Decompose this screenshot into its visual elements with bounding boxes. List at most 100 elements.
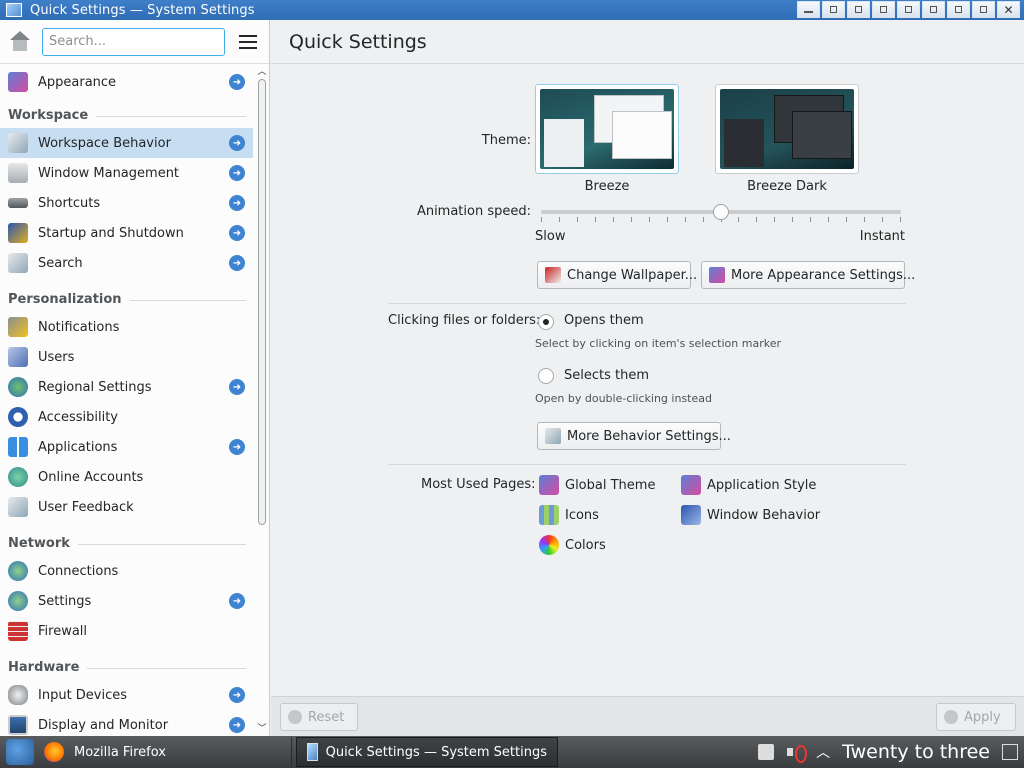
window-option-button-3[interactable] xyxy=(872,1,895,18)
chevron-right-icon: ➜ xyxy=(229,225,245,241)
apply-button[interactable]: Apply xyxy=(936,703,1016,731)
behavior-settings-icon xyxy=(545,428,561,444)
window-option-button-6[interactable] xyxy=(947,1,970,18)
animation-speed-label: Animation speed: xyxy=(416,204,531,219)
main-content: Quick Settings Theme: Breeze Breeze Dark… xyxy=(271,20,1024,736)
sidebar-item-workspace-behavior[interactable]: Workspace Behavior ➜ xyxy=(0,128,253,158)
more-appearance-settings-button[interactable]: More Appearance Settings... xyxy=(701,261,915,289)
slider-tick xyxy=(900,217,901,222)
sidebar-item-notifications[interactable]: Notifications xyxy=(0,312,253,342)
system-tray: ︿ Twenty to three xyxy=(758,736,1018,768)
home-icon[interactable] xyxy=(8,30,32,53)
most-used-global-theme[interactable]: Global Theme xyxy=(539,475,655,495)
close-icon: ✕ xyxy=(1003,2,1014,17)
sidebar-item-label: Notifications xyxy=(38,319,120,335)
window-option-button-1[interactable] xyxy=(822,1,845,18)
window-option-icon-1 xyxy=(830,6,837,13)
icons-label: Icons xyxy=(565,507,599,523)
title-bar[interactable]: Quick Settings — System Settings ✕ xyxy=(0,0,1024,20)
minimize-button[interactable] xyxy=(797,1,820,18)
animation-speed-handle[interactable] xyxy=(713,204,729,220)
window-option-icon-5 xyxy=(930,6,937,13)
sidebar-item-applications[interactable]: Applications ➜ xyxy=(0,432,253,462)
sidebar-item-shortcuts[interactable]: Shortcuts ➜ xyxy=(0,188,253,218)
sidebar-item-label: Input Devices xyxy=(38,687,128,703)
online-accounts-icon xyxy=(8,467,28,487)
most-used-application-style[interactable]: Application Style xyxy=(681,475,816,495)
most-used-icons[interactable]: Icons xyxy=(539,505,599,525)
close-button[interactable]: ✕ xyxy=(997,1,1020,18)
scroll-up-icon[interactable]: ︿ xyxy=(256,67,268,77)
more-appearance-label: More Appearance Settings... xyxy=(731,267,916,283)
sidebar-item-search[interactable]: Search ➜ xyxy=(0,248,253,278)
reset-label: Reset xyxy=(308,709,345,725)
window-option-button-4[interactable] xyxy=(897,1,920,18)
show-desktop-icon[interactable] xyxy=(1002,744,1018,760)
application-launcher-icon[interactable] xyxy=(6,739,34,765)
tray-expand-icon[interactable]: ︿ xyxy=(816,742,830,762)
window-option-button-5[interactable] xyxy=(922,1,945,18)
sidebar-item-label: User Feedback xyxy=(38,499,134,515)
most-used-colors[interactable]: Colors xyxy=(539,535,606,555)
theme-name-breeze-dark: Breeze Dark xyxy=(747,179,827,194)
chevron-right-icon: ➜ xyxy=(229,439,245,455)
section-header-personalization: Personalization xyxy=(8,289,246,309)
clock[interactable]: Twenty to three xyxy=(842,741,990,763)
sidebar-item-label: Appearance xyxy=(38,74,117,90)
reset-button[interactable]: Reset xyxy=(280,703,358,731)
task-firefox[interactable]: Mozilla Firefox xyxy=(34,737,292,767)
keyboard-icon xyxy=(8,198,28,208)
slider-tick xyxy=(864,217,865,222)
window-option-icon-3 xyxy=(880,6,887,13)
maximize-button[interactable] xyxy=(972,1,995,18)
monitor-icon xyxy=(8,715,28,735)
sidebar-item-input-devices[interactable]: Input Devices ➜ xyxy=(0,680,253,710)
slider-tick xyxy=(756,217,757,222)
sidebar-item-appearance[interactable]: Appearance ➜ xyxy=(0,67,253,97)
more-behavior-settings-button[interactable]: More Behavior Settings... xyxy=(537,422,731,450)
sidebar-item-user-feedback[interactable]: User Feedback xyxy=(0,492,253,522)
hamburger-menu-icon[interactable] xyxy=(239,34,257,49)
window-option-button-2[interactable] xyxy=(847,1,870,18)
most-used-window-behavior[interactable]: Window Behavior xyxy=(681,505,820,525)
change-wallpaper-button[interactable]: Change Wallpaper... xyxy=(537,261,697,289)
task-system-settings[interactable]: Quick Settings — System Settings xyxy=(296,737,558,767)
sidebar-item-accessibility[interactable]: Accessibility xyxy=(0,402,253,432)
sidebar-item-connections[interactable]: Connections xyxy=(0,556,253,586)
chevron-right-icon: ➜ xyxy=(229,74,245,90)
chevron-right-icon: ➜ xyxy=(229,255,245,271)
accessibility-icon xyxy=(8,407,28,427)
sidebar-item-regional-settings[interactable]: Regional Settings ➜ xyxy=(0,372,253,402)
slider-tick xyxy=(631,217,632,222)
sidebar-item-online-accounts[interactable]: Online Accounts xyxy=(0,462,253,492)
search-input[interactable] xyxy=(42,27,225,56)
scroll-down-icon[interactable]: ﹀ xyxy=(256,724,268,734)
scrollbar-thumb[interactable] xyxy=(258,79,266,525)
clipboard-icon[interactable] xyxy=(758,744,775,760)
window-option-icon-6 xyxy=(955,6,962,13)
globe-icon xyxy=(8,377,28,397)
section-header-network: Network xyxy=(8,533,246,553)
sidebar-scrollbar[interactable]: ︿ ﹀ xyxy=(256,65,268,736)
volume-muted-icon[interactable] xyxy=(786,744,808,763)
opens-them-radio[interactable] xyxy=(538,314,554,330)
notifications-icon xyxy=(8,317,28,337)
apply-label: Apply xyxy=(964,709,1001,725)
sidebar-item-startup-shutdown[interactable]: Startup and Shutdown ➜ xyxy=(0,218,253,248)
section-title: Network xyxy=(8,535,70,551)
section-header-workspace: Workspace xyxy=(8,105,246,125)
sidebar-item-firewall[interactable]: Firewall xyxy=(0,616,253,646)
change-wallpaper-label: Change Wallpaper... xyxy=(567,267,698,283)
sidebar-item-network-settings[interactable]: Settings ➜ xyxy=(0,586,253,616)
colors-icon xyxy=(539,535,559,555)
selects-them-hint: Open by double-clicking instead xyxy=(535,392,712,405)
section-title: Hardware xyxy=(8,659,80,675)
theme-card-breeze[interactable] xyxy=(535,84,679,174)
applications-icon xyxy=(8,437,28,457)
sidebar-item-display-monitor[interactable]: Display and Monitor ➜ xyxy=(0,710,253,736)
divider xyxy=(388,303,906,304)
theme-card-breeze-dark[interactable] xyxy=(715,84,859,174)
sidebar-item-users[interactable]: Users xyxy=(0,342,253,372)
selects-them-radio[interactable] xyxy=(538,368,554,384)
sidebar-item-window-management[interactable]: Window Management ➜ xyxy=(0,158,253,188)
